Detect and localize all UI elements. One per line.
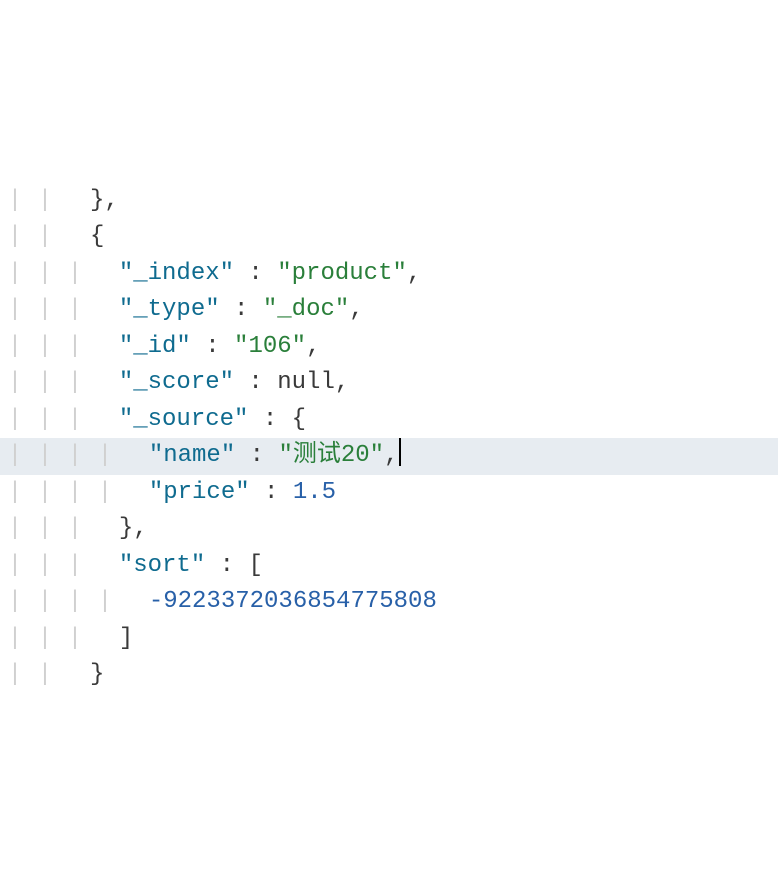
code-line[interactable]: |||| -9223372036854775808 xyxy=(0,584,778,621)
code-line[interactable]: |||| "name" : "测试20", xyxy=(0,438,778,475)
token-punct: , xyxy=(349,292,363,329)
token-punct: : [ xyxy=(205,548,263,585)
code-editor[interactable]: || },|| {||| "_index" : "product",||| "_… xyxy=(0,146,778,694)
token-punct: } xyxy=(90,657,104,694)
token-key: "_index" xyxy=(119,256,234,293)
indent-guides: ||| xyxy=(0,621,90,658)
code-line[interactable]: ||| }, xyxy=(0,511,778,548)
token-key: "sort" xyxy=(119,548,205,585)
line-content: "_id" : "106", xyxy=(90,329,320,366)
token-punct: ] xyxy=(119,621,133,658)
token-punct: , xyxy=(335,365,349,402)
line-content: { xyxy=(90,219,104,256)
line-content: "sort" : [ xyxy=(90,548,263,585)
token-punct: : xyxy=(234,256,277,293)
code-line[interactable]: ||| "_index" : "product", xyxy=(0,256,778,293)
token-punct: : xyxy=(250,475,293,512)
token-key: "_source" xyxy=(119,402,249,439)
indent-guides: || xyxy=(0,657,90,694)
token-punct: : xyxy=(235,438,278,475)
token-key: "name" xyxy=(149,438,235,475)
text-cursor xyxy=(399,438,401,466)
line-content: "_source" : { xyxy=(90,402,306,439)
token-punct: : xyxy=(191,329,234,366)
indent-guides: || xyxy=(0,183,90,220)
line-content: -9223372036854775808 xyxy=(120,584,437,621)
token-punct: , xyxy=(384,438,398,475)
indent-guides: ||| xyxy=(0,365,90,402)
code-line[interactable]: ||| "_type" : "_doc", xyxy=(0,292,778,329)
token-punct: , xyxy=(407,256,421,293)
line-content: } xyxy=(90,657,104,694)
line-content: "_score" : null, xyxy=(90,365,349,402)
code-line[interactable]: || }, xyxy=(0,183,778,220)
code-line[interactable]: ||| "_id" : "106", xyxy=(0,329,778,366)
indent-guides: ||| xyxy=(0,548,90,585)
token-punct: : xyxy=(234,365,277,402)
code-line[interactable]: ||| "_source" : { xyxy=(0,402,778,439)
token-key: "_type" xyxy=(119,292,220,329)
code-line[interactable]: || { xyxy=(0,219,778,256)
code-line[interactable]: ||| ] xyxy=(0,621,778,658)
indent-guides: ||| xyxy=(0,292,90,329)
token-punct: }, xyxy=(119,511,148,548)
indent-guides: ||| xyxy=(0,511,90,548)
token-punct: { xyxy=(90,219,104,256)
code-line[interactable]: |||| "price" : 1.5 xyxy=(0,475,778,512)
line-content: "price" : 1.5 xyxy=(120,475,336,512)
indent-guides: |||| xyxy=(0,584,120,621)
token-punct: : xyxy=(220,292,263,329)
token-string: "product" xyxy=(277,256,407,293)
code-line[interactable]: || } xyxy=(0,657,778,694)
line-content: ] xyxy=(90,621,133,658)
token-key: "_id" xyxy=(119,329,191,366)
line-content: "_index" : "product", xyxy=(90,256,421,293)
code-line[interactable]: ||| "sort" : [ xyxy=(0,548,778,585)
indent-guides: || xyxy=(0,219,90,256)
token-punct: }, xyxy=(90,183,119,220)
line-content: }, xyxy=(90,511,148,548)
indent-guides: ||| xyxy=(0,402,90,439)
token-null: null xyxy=(277,365,335,402)
token-number: -9223372036854775808 xyxy=(149,584,437,621)
token-key: "price" xyxy=(149,475,250,512)
token-string: "测试20" xyxy=(278,438,384,475)
token-punct: : { xyxy=(248,402,306,439)
token-string: "_doc" xyxy=(263,292,349,329)
indent-guides: |||| xyxy=(0,475,120,512)
indent-guides: ||| xyxy=(0,256,90,293)
line-content: "name" : "测试20", xyxy=(120,438,401,475)
indent-guides: |||| xyxy=(0,438,120,475)
token-number: 1.5 xyxy=(293,475,336,512)
line-content: }, xyxy=(90,183,119,220)
line-content: "_type" : "_doc", xyxy=(90,292,364,329)
token-key: "_score" xyxy=(119,365,234,402)
token-string: "106" xyxy=(234,329,306,366)
token-punct: , xyxy=(306,329,320,366)
code-line[interactable]: ||| "_score" : null, xyxy=(0,365,778,402)
indent-guides: ||| xyxy=(0,329,90,366)
